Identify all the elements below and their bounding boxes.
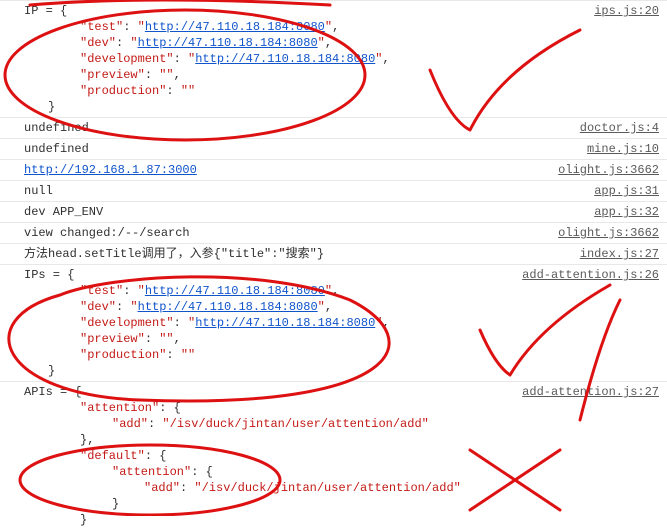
object-close: } (24, 512, 659, 528)
log-text: 方法head.setTitle调用了，入参{"title":"搜索"} (24, 247, 324, 261)
object-prop: "production": "" (24, 347, 659, 363)
object-close: }, (24, 432, 659, 448)
console-row: index.js:27 方法head.setTitle调用了，入参{"title"… (0, 243, 667, 264)
object-prop: "add": "/isv/duck/jintan/user/attention/… (24, 416, 659, 432)
prop-val: "/isv/duck/jintan/user/attention/add" (194, 481, 460, 495)
url-link[interactable]: http://47.110.18.184:8080 (195, 316, 375, 330)
url-link[interactable]: http://47.110.18.184:8080 (195, 52, 375, 66)
prop-key: "preview" (80, 332, 145, 346)
log-text: undefined (24, 121, 89, 135)
url-link[interactable]: http://192.168.1.87:3000 (24, 163, 197, 177)
object-prop: "test": "http://47.110.18.184:8080", (24, 283, 659, 299)
object-prop: "attention": { (24, 400, 659, 416)
source-link[interactable]: olight.js:3662 (558, 225, 659, 241)
prop-key: "development" (80, 52, 174, 66)
prop-key: "default" (80, 449, 145, 463)
console-row: olight.js:3662 http://192.168.1.87:3000 (0, 159, 667, 180)
console-row: app.js:31 null (0, 180, 667, 201)
prop-key: "attention" (80, 401, 159, 415)
prop-val: "" (181, 348, 195, 362)
prop-key: "test" (80, 20, 123, 34)
prop-key: "production" (80, 348, 166, 362)
log-text: null (24, 184, 53, 198)
object-header: IPs = { (24, 268, 74, 282)
prop-key: "preview" (80, 68, 145, 82)
source-link[interactable]: doctor.js:4 (580, 120, 659, 136)
prop-key: "attention" (112, 465, 191, 479)
log-text: dev APP_ENV (24, 205, 103, 219)
url-link[interactable]: http://47.110.18.184:8080 (138, 36, 318, 50)
prop-key: "dev" (80, 36, 116, 50)
source-link[interactable]: olight.js:3662 (558, 162, 659, 178)
console-row: add-attention.js:27APIs = {"attention": … (0, 381, 667, 530)
object-prop: "test": "http://47.110.18.184:8080", (24, 19, 659, 35)
console-log: ips.js:20IP = {"test": "http://47.110.18… (0, 0, 667, 530)
prop-key: "development" (80, 316, 174, 330)
object-prop: "development": "http://47.110.18.184:808… (24, 51, 659, 67)
prop-key: "add" (112, 417, 148, 431)
console-row: olight.js:3662 view changed:/--/search (0, 222, 667, 243)
prop-key: "production" (80, 84, 166, 98)
object-prop: "development": "http://47.110.18.184:808… (24, 315, 659, 331)
prop-val: "" (159, 68, 173, 82)
console-row: add-attention.js:26 IPs = {"test": "http:… (0, 264, 667, 381)
prop-key: "dev" (80, 300, 116, 314)
prop-key: "test" (80, 284, 123, 298)
source-link[interactable]: add-attention.js:27 (522, 384, 659, 400)
object-prop: "add": "/isv/duck/jintan/user/attention/… (24, 480, 659, 496)
source-link[interactable]: add-attention.js:26 (522, 267, 659, 283)
object-close: } (24, 496, 659, 512)
source-link[interactable]: mine.js:10 (587, 141, 659, 157)
console-row: ips.js:20 IP = {"test": "http://47.110.18… (0, 0, 667, 117)
prop-key: "add" (144, 481, 180, 495)
source-link[interactable]: app.js:31 (594, 183, 659, 199)
object-header: IP = { (24, 4, 67, 18)
url-link[interactable]: http://47.110.18.184:8080 (145, 20, 325, 34)
source-link[interactable]: ips.js:20 (594, 3, 659, 19)
object-header: APIs = { (24, 385, 82, 399)
object-prop: "production": "" (24, 83, 659, 99)
source-link[interactable]: app.js:32 (594, 204, 659, 220)
object-prop: "default": { (24, 448, 659, 464)
source-link[interactable]: index.js:27 (580, 246, 659, 262)
object-prop: "preview": "", (24, 67, 659, 83)
prop-val: "/isv/duck/jintan/user/attention/add" (162, 417, 428, 431)
log-text: view changed:/--/search (24, 226, 190, 240)
object-prop: "preview": "", (24, 331, 659, 347)
prop-val: "" (181, 84, 195, 98)
console-row: app.js:32 dev APP_ENV (0, 201, 667, 222)
url-link[interactable]: http://47.110.18.184:8080 (145, 284, 325, 298)
object-close: } (24, 99, 659, 115)
object-prop: "dev": "http://47.110.18.184:8080", (24, 35, 659, 51)
url-link[interactable]: http://47.110.18.184:8080 (138, 300, 318, 314)
prop-val: "" (159, 332, 173, 346)
console-row: mine.js:10 undefined (0, 138, 667, 159)
object-prop: "attention": { (24, 464, 659, 480)
console-row: doctor.js:4 undefined (0, 117, 667, 138)
log-text: undefined (24, 142, 89, 156)
object-close: } (24, 363, 659, 379)
object-prop: "dev": "http://47.110.18.184:8080", (24, 299, 659, 315)
